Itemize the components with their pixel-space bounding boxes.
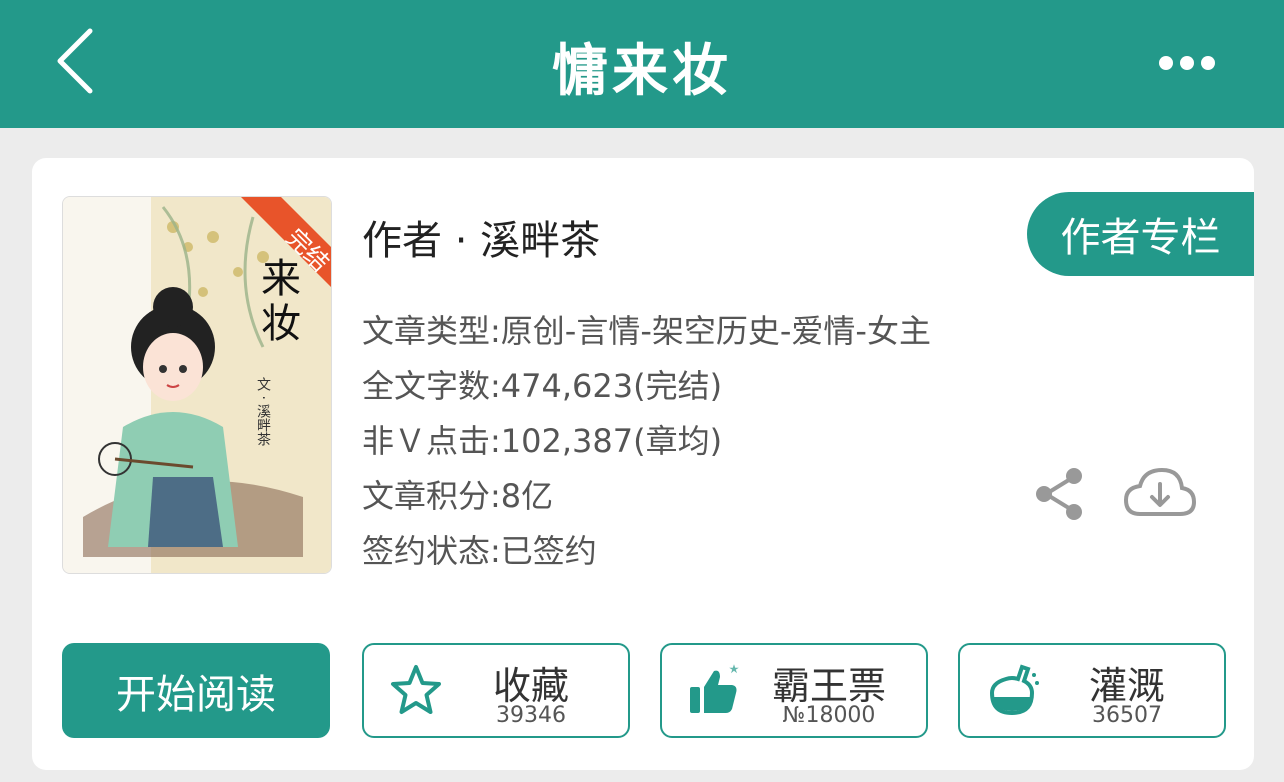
start-reading-button[interactable]: 开始阅读 bbox=[62, 643, 330, 738]
book-info-card: 来 妆 文 · 溪畔茶 完结 作者 · 溪畔茶 作者专栏 文章类型:原创-言情-… bbox=[32, 158, 1254, 770]
thumbs-up-icon bbox=[690, 664, 739, 713]
collect-label: 收藏 bbox=[492, 664, 569, 708]
meta-sign-status: 签约状态:已签约 bbox=[362, 532, 597, 570]
more-button[interactable] bbox=[1150, 48, 1224, 78]
svg-text:妆: 妆 bbox=[261, 301, 301, 347]
water-label: 灌溉 bbox=[1088, 664, 1165, 708]
author-name[interactable]: 作者 · 溪畔茶 bbox=[362, 208, 600, 266]
meta-word-count: 全文字数:474,623(完结) bbox=[362, 367, 723, 405]
cover-title-text: 来 bbox=[261, 256, 301, 302]
top-bar: 慵来妆 bbox=[0, 0, 1284, 128]
water-button[interactable]: 灌溉 36507 bbox=[958, 643, 1226, 738]
meta-genre: 文章类型:原创-言情-架空历史-爱情-女主 bbox=[362, 312, 931, 350]
cloud-download-icon bbox=[1123, 467, 1197, 516]
download-button[interactable] bbox=[1122, 464, 1198, 524]
more-dots-icon bbox=[1159, 56, 1215, 70]
vote-button[interactable]: 霸王票 №18000 bbox=[660, 643, 928, 738]
meta-clicks: 非Ｖ点击:102,387(章均) bbox=[362, 422, 723, 460]
vote-count: №18000 bbox=[782, 703, 876, 728]
water-count: 36507 bbox=[1092, 703, 1162, 728]
cover-author-text: 文 · 溪畔茶 bbox=[255, 377, 271, 447]
book-meta-list: 文章类型:原创-言情-架空历史-爱情-女主 全文字数:474,623(完结) 非… bbox=[362, 304, 931, 579]
meta-score: 文章积分:8亿 bbox=[362, 477, 554, 515]
share-button[interactable] bbox=[1032, 464, 1088, 524]
star-icon bbox=[391, 665, 441, 714]
collect-button[interactable]: 收藏 39346 bbox=[362, 643, 630, 738]
vote-label: 霸王票 bbox=[771, 664, 886, 708]
page-title: 慵来妆 bbox=[552, 39, 732, 104]
collect-count: 39346 bbox=[496, 703, 566, 728]
cover-illustration: 来 妆 文 · 溪畔茶 完结 bbox=[63, 197, 331, 573]
author-column-button[interactable]: 作者专栏 bbox=[1027, 192, 1254, 276]
book-cover[interactable]: 来 妆 文 · 溪畔茶 完结 bbox=[62, 196, 332, 574]
flask-icon bbox=[989, 664, 1039, 716]
share-icon bbox=[1036, 468, 1082, 520]
